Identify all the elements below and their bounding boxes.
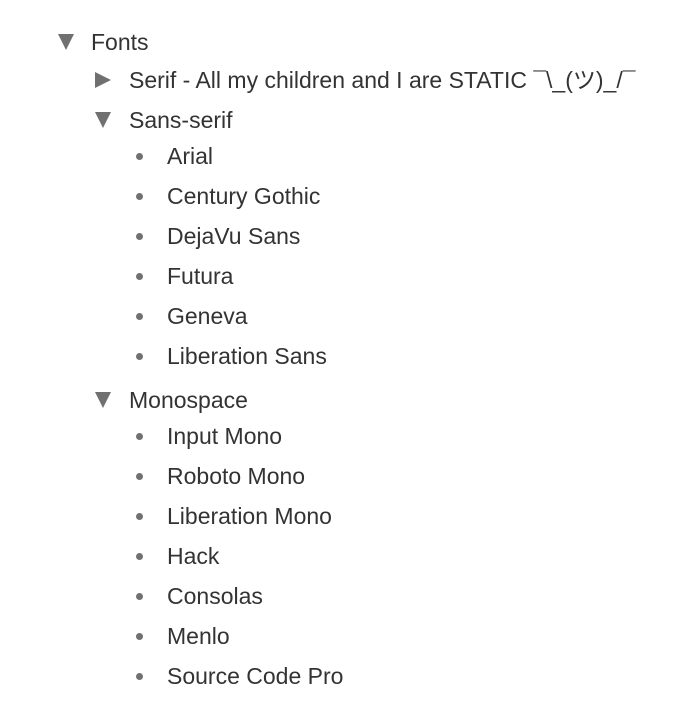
- bullet-icon: [136, 313, 143, 320]
- tree-leaf-label: Liberation Sans: [167, 343, 327, 369]
- bullet-icon: [136, 273, 143, 280]
- bullet-icon: [136, 473, 143, 480]
- tree-leaf-label: Source Code Pro: [167, 663, 344, 689]
- tree-leaf-label: Liberation Mono: [167, 503, 332, 529]
- tree-leaf-label: Geneva: [167, 303, 248, 329]
- bullet-icon: [136, 353, 143, 360]
- bullet-icon: [136, 673, 143, 680]
- triangle-down-icon[interactable]: [95, 112, 111, 128]
- tree-leaf-label: Hack: [167, 543, 220, 569]
- triangle-down-icon[interactable]: [95, 392, 111, 408]
- tree-node-label: Fonts: [91, 29, 149, 55]
- bullet-icon: [136, 553, 143, 560]
- tree-leaf-label: Roboto Mono: [167, 463, 306, 489]
- triangle-right-icon[interactable]: [95, 72, 111, 88]
- tree-leaf-label: Menlo: [167, 623, 230, 649]
- tree-node-label: Serif - All my children and I are STATIC…: [129, 67, 636, 93]
- tree-leaf-label: Input Mono: [167, 423, 283, 449]
- tree-node-label: Monospace: [129, 387, 248, 413]
- bullet-icon: [136, 593, 143, 600]
- tree-leaf-label: Century Gothic: [167, 183, 321, 209]
- bullet-icon: [136, 233, 143, 240]
- tree-leaf-label: Consolas: [167, 583, 263, 609]
- tree-leaf-label: DejaVu Sans: [167, 223, 301, 249]
- bullet-icon: [136, 433, 143, 440]
- tree-leaf-label: Futura: [167, 263, 234, 289]
- tree-node-label: Sans-serif: [129, 107, 233, 133]
- tree-leaf-label: Arial: [167, 143, 214, 169]
- bullet-icon: [136, 153, 143, 160]
- triangle-down-icon[interactable]: [58, 34, 74, 50]
- bullet-icon: [136, 513, 143, 520]
- bullet-icon: [136, 633, 143, 640]
- bullet-icon: [136, 193, 143, 200]
